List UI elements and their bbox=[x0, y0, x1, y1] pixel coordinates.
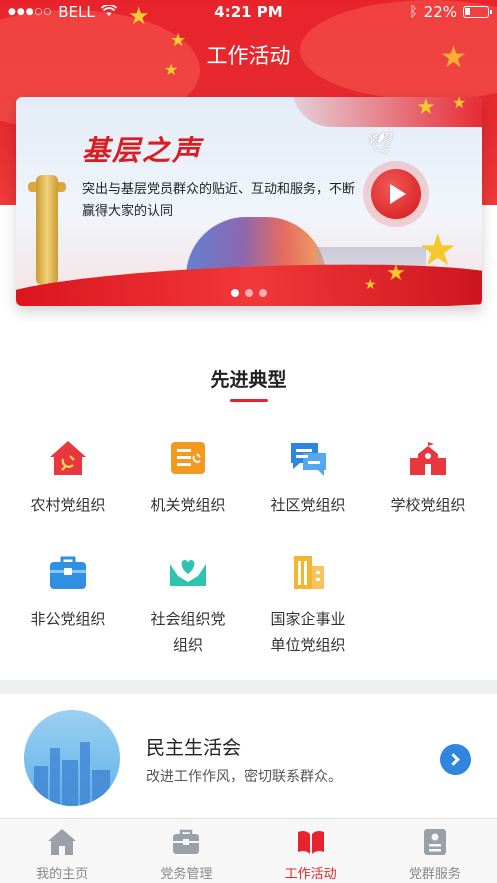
pager-dot[interactable] bbox=[245, 289, 253, 297]
star-icon: ★ bbox=[418, 225, 458, 276]
card-title: 民主生活会 bbox=[146, 737, 242, 759]
category-private[interactable]: 非公党组织 bbox=[8, 552, 128, 632]
tab-label: 工作活动 bbox=[284, 867, 337, 882]
office-buildings-icon bbox=[288, 552, 328, 592]
pager-dot[interactable] bbox=[259, 289, 267, 297]
carousel-pager bbox=[16, 289, 482, 297]
category-label: 国家企事业 单位党组织 bbox=[270, 610, 346, 654]
briefcase-icon bbox=[48, 552, 88, 592]
tab-home[interactable]: 我的主页 bbox=[0, 819, 124, 883]
bottom-tab-bar: 我的主页 党务管理 工作活动 党群服务 bbox=[0, 818, 497, 883]
id-card-icon bbox=[420, 827, 450, 857]
category-rural[interactable]: 农村党组织 bbox=[8, 438, 128, 518]
dove-icon: 🕊 bbox=[368, 131, 394, 155]
section-title: 先进典型 bbox=[210, 369, 287, 391]
tab-mass-service[interactable]: 党群服务 bbox=[373, 819, 497, 883]
category-enterprise[interactable]: 国家企事业 单位党组织 bbox=[248, 552, 368, 658]
banner-title: 基层之声 bbox=[82, 134, 203, 167]
tab-label: 党务管理 bbox=[160, 867, 213, 882]
chat-bubbles-icon bbox=[288, 438, 328, 478]
category-community[interactable]: 社区党组织 bbox=[248, 438, 368, 518]
pager-dot[interactable] bbox=[231, 289, 239, 297]
card-subtitle: 改进工作作风，密切联系群众。 bbox=[146, 769, 342, 785]
category-label: 学校党组织 bbox=[390, 496, 466, 514]
play-video-button[interactable] bbox=[363, 161, 429, 227]
city-thumbnail bbox=[24, 710, 120, 806]
play-icon bbox=[390, 184, 406, 204]
banner-carousel[interactable]: ★ ★ 🕊 ★ ★ ★ 基层之声 突出与基层党员群众的贴近、互动和服务，不断赢得… bbox=[16, 97, 482, 306]
category-social[interactable]: 社会组织党 组织 bbox=[128, 552, 248, 658]
section-underline bbox=[230, 399, 268, 402]
category-label: 社会组织党 组织 bbox=[150, 610, 226, 654]
battery-icon bbox=[463, 6, 492, 18]
book-icon bbox=[296, 827, 326, 857]
category-label: 机关党组织 bbox=[150, 496, 226, 514]
status-time: 4:21 PM bbox=[214, 3, 283, 21]
chevron-right-icon[interactable] bbox=[440, 744, 471, 775]
home-icon bbox=[47, 827, 77, 857]
category-government[interactable]: 机关党组织 bbox=[128, 438, 248, 518]
democratic-life-card[interactable]: 民主生活会 改进工作作风，密切联系群众。 bbox=[0, 700, 497, 818]
star-icon: ★ bbox=[416, 97, 436, 120]
category-label: 农村党组织 bbox=[30, 496, 106, 514]
tab-work-activity[interactable]: 工作活动 bbox=[249, 819, 373, 883]
category-label: 非公党组织 bbox=[30, 610, 106, 628]
tab-label: 我的主页 bbox=[36, 867, 89, 882]
tab-party-affairs[interactable]: 党务管理 bbox=[124, 819, 248, 883]
section-divider bbox=[0, 680, 497, 694]
tab-label: 党群服务 bbox=[408, 867, 461, 882]
category-school[interactable]: 学校党组织 bbox=[368, 438, 488, 518]
page-title: 工作活动 bbox=[206, 44, 291, 68]
status-bar: ●●●○○ BELL 4:21 PM ᛒ 22% bbox=[0, 0, 497, 24]
toolbox-icon bbox=[171, 827, 201, 857]
star-icon: ★ bbox=[452, 97, 467, 112]
party-house-icon bbox=[48, 438, 88, 478]
party-document-icon bbox=[168, 438, 208, 478]
school-building-icon bbox=[408, 438, 448, 478]
star-icon: ★ bbox=[386, 261, 406, 286]
banner-description: 突出与基层党员群众的贴近、互动和服务，不断赢得大家的认同 bbox=[82, 182, 356, 219]
category-label: 社区党组织 bbox=[270, 496, 346, 514]
hands-heart-icon bbox=[168, 552, 208, 592]
huabiao-pillar bbox=[36, 175, 58, 285]
